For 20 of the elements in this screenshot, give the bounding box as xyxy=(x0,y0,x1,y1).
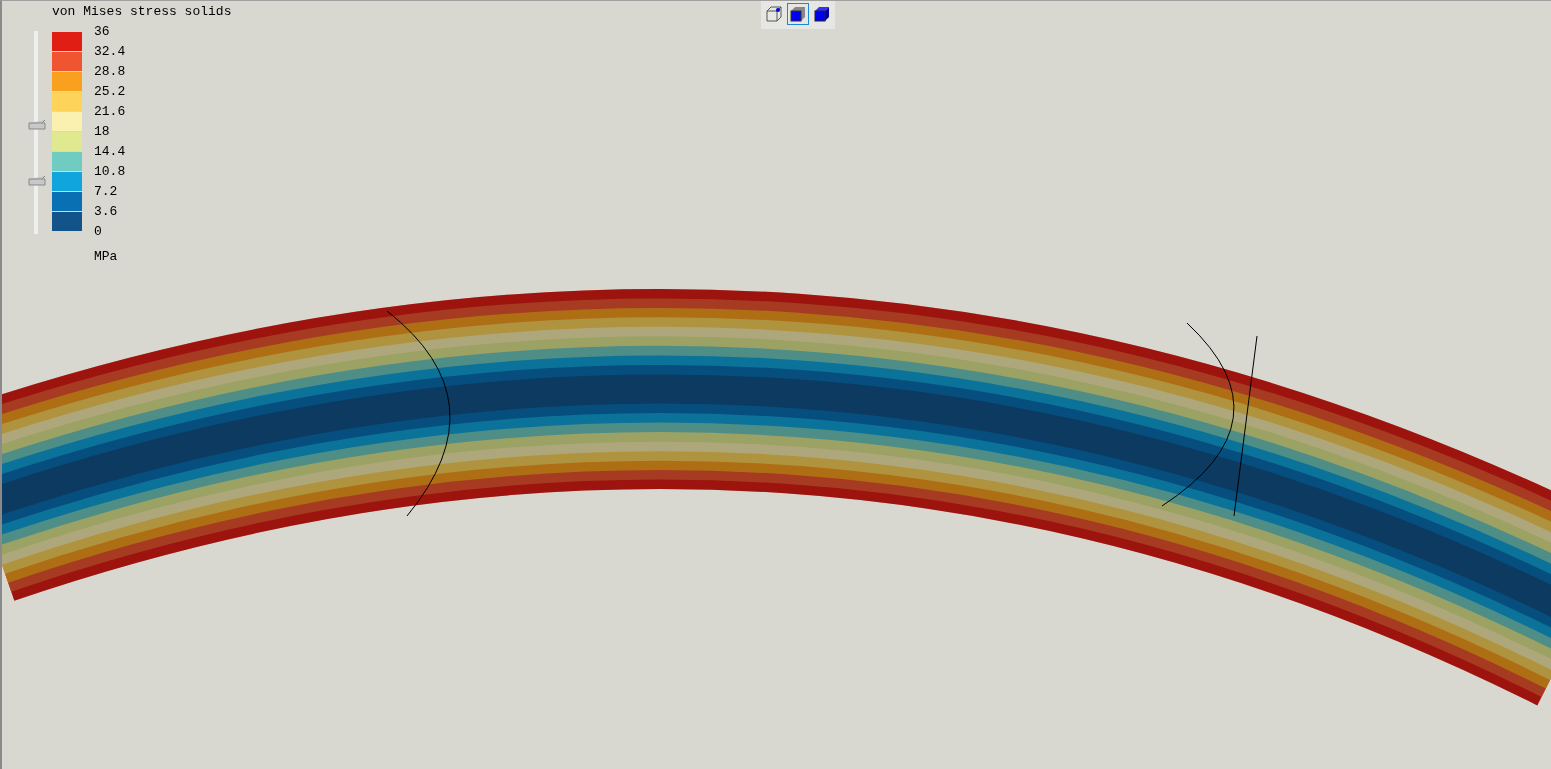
legend-value-label: 18 xyxy=(94,123,110,141)
legend-value-label: 36 xyxy=(94,23,110,41)
legend-value-label: 7.2 xyxy=(94,183,118,201)
legend-title: von Mises stress solids xyxy=(52,4,232,19)
range-slider-handle[interactable] xyxy=(28,120,46,132)
range-slider-handle[interactable] xyxy=(28,176,46,188)
legend-value-label: 25.2 xyxy=(94,83,126,101)
legend-value-label: 28.8 xyxy=(94,63,126,81)
legend-value-label: 14.4 xyxy=(94,143,126,161)
legend-value-label: 21.6 xyxy=(94,103,126,121)
wireframe-cube-icon xyxy=(765,5,783,23)
unit-label: MPa xyxy=(94,249,118,264)
legend-value-label: 10.8 xyxy=(94,163,126,181)
legend-value-label: 3.6 xyxy=(94,203,118,221)
legend-value-label: 32.4 xyxy=(94,43,126,61)
shaded-cube-icon xyxy=(813,5,831,23)
view-mode-button[interactable] xyxy=(787,3,809,25)
legend-value-label: 0 xyxy=(94,223,102,241)
view-mode-button[interactable] xyxy=(763,3,785,25)
solid-cube-icon xyxy=(789,5,807,23)
